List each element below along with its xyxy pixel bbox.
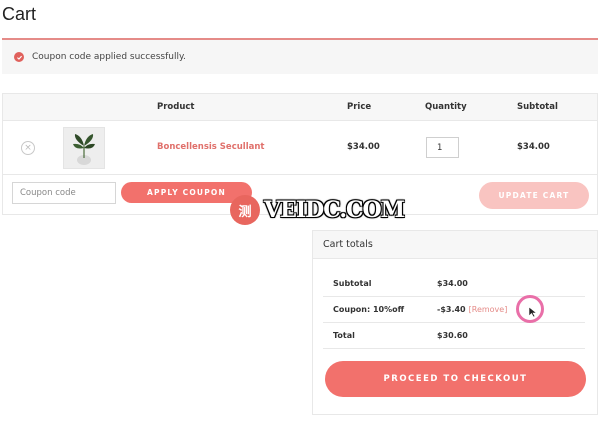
subtotal-value: $34.00 xyxy=(437,279,468,288)
total-label: Total xyxy=(333,331,355,340)
plant-image xyxy=(73,134,95,165)
coupon-code-input[interactable] xyxy=(12,182,116,204)
cart-totals-header: Cart totals xyxy=(313,231,597,259)
success-notice: Coupon code applied successfully. xyxy=(2,38,598,74)
update-cart-button[interactable]: UPDATE CART xyxy=(479,182,589,209)
watermark-badge: 测 xyxy=(230,195,260,225)
total-value: $30.60 xyxy=(437,331,468,340)
watermark-text: VEIDC.COM xyxy=(264,197,405,223)
product-name-link[interactable]: Boncellensis Secullant xyxy=(157,142,264,152)
coupon-value-group: -$3.40 [Remove] xyxy=(437,305,507,314)
check-circle-icon xyxy=(14,52,24,62)
totals-row-coupon: Coupon: 10%off -$3.40 [Remove] xyxy=(323,297,585,323)
subtotal-label: Subtotal xyxy=(333,279,372,288)
header-quantity: Quantity xyxy=(425,102,467,112)
table-row: × Boncellensis Secullant $34.00 $34.00 xyxy=(3,121,597,175)
quantity-input[interactable] xyxy=(426,137,459,158)
remove-item-button[interactable]: × xyxy=(21,141,35,155)
notice-message: Coupon code applied successfully. xyxy=(32,52,186,62)
product-subtotal: $34.00 xyxy=(517,142,550,152)
cart-totals: Cart totals Subtotal $34.00 Coupon: 10%o… xyxy=(312,230,598,415)
coupon-label: Coupon: 10%off xyxy=(333,305,405,314)
coupon-value: -$3.40 xyxy=(437,305,466,314)
watermark: 测 VEIDC.COM xyxy=(230,195,405,225)
mouse-pointer-icon xyxy=(528,306,538,318)
cart-totals-title: Cart totals xyxy=(323,239,373,250)
product-price: $34.00 xyxy=(347,142,380,152)
product-thumbnail[interactable] xyxy=(63,127,105,169)
header-price: Price xyxy=(347,102,372,112)
totals-row-total: Total $30.60 xyxy=(323,323,585,349)
header-product: Product xyxy=(157,102,195,112)
remove-coupon-link[interactable]: [Remove] xyxy=(469,305,508,314)
proceed-to-checkout-button[interactable]: PROCEED TO CHECKOUT xyxy=(325,361,586,397)
table-header: Product Price Quantity Subtotal xyxy=(3,94,597,121)
page-title: Cart xyxy=(2,4,37,24)
totals-row-subtotal: Subtotal $34.00 xyxy=(323,271,585,297)
header-subtotal: Subtotal xyxy=(517,102,558,112)
